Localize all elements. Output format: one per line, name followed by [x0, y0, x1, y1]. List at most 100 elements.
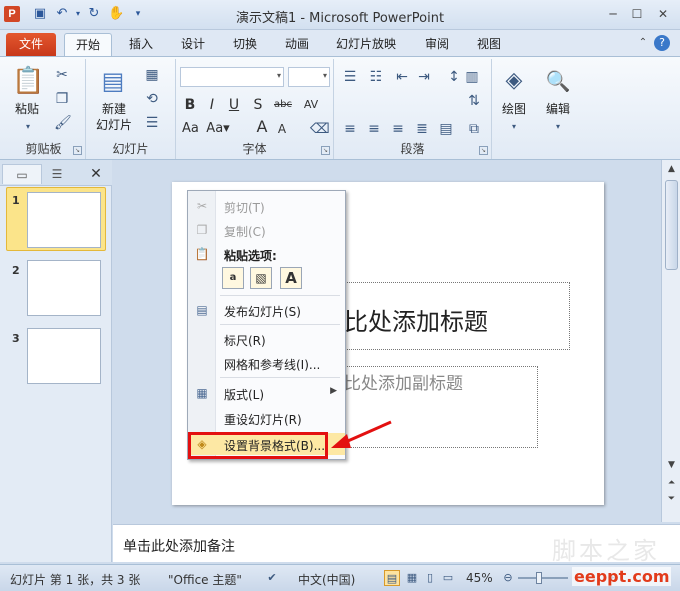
language[interactable]: 中文(中国) [298, 571, 355, 588]
tab-slideshow[interactable]: 幻灯片放映 [330, 33, 402, 56]
new-slide-label-1[interactable]: 新建 [90, 101, 138, 117]
previous-slide-icon[interactable]: ⏶ [664, 476, 679, 491]
paste-button[interactable]: 粘贴 [10, 101, 44, 117]
tab-design[interactable]: 设计 [170, 33, 216, 56]
justify-icon[interactable]: ≣ [414, 121, 430, 137]
shrink-font-button[interactable]: A [274, 121, 290, 137]
shapes-icon[interactable]: ◈ [500, 67, 528, 95]
paste-dropdown-icon[interactable]: ▾ [20, 119, 36, 135]
new-slide-icon[interactable]: ▤ [96, 65, 130, 97]
close-button[interactable]: ✕ [654, 6, 672, 22]
strikethrough-button[interactable]: abc [272, 97, 294, 113]
paste-option-text-only[interactable]: A [280, 267, 302, 289]
zoom-level[interactable]: 45% [466, 571, 493, 585]
zoom-out-icon[interactable]: ⊖ [500, 570, 516, 586]
menu-item-ruler[interactable]: 标尺(R) [188, 328, 345, 350]
normal-view-icon[interactable]: ▤ [384, 570, 400, 586]
slideshow-icon[interactable]: ▭ [440, 570, 456, 586]
paragraph-launcher-icon[interactable]: ↘ [479, 146, 488, 155]
close-pane-icon[interactable]: ✕ [86, 164, 106, 184]
menu-item-reset-slide[interactable]: 重设幻灯片(R) [188, 407, 345, 429]
collapse-ribbon-icon[interactable]: ⌃ [634, 35, 652, 51]
change-case-button[interactable]: Aa [182, 121, 199, 137]
smartart-icon[interactable]: ⧉ [464, 121, 484, 137]
scrollbar-thumb[interactable] [665, 180, 678, 270]
paste-icon[interactable]: 📋 [12, 65, 44, 97]
menu-item-copy[interactable]: ❐ 复制(C) [188, 219, 345, 241]
slide-thumbnail[interactable] [27, 192, 101, 248]
font-name-dropdown[interactable]: ▾ [180, 67, 284, 87]
align-center-icon[interactable]: ≡ [366, 121, 382, 137]
spell-check-icon[interactable]: ✔ [264, 570, 280, 586]
context-menu: ✂ 剪切(T) ❐ 复制(C) 📋 粘贴选项: a ▧ A ▤ 发布幻灯片(S)… [187, 190, 346, 460]
tab-review[interactable]: 审阅 [414, 33, 460, 56]
find-binoculars-icon[interactable]: 🔍 [544, 67, 572, 95]
font-launcher-icon[interactable]: ↘ [321, 146, 330, 155]
reading-view-icon[interactable]: ▯ [422, 570, 438, 586]
align-right-icon[interactable]: ≡ [390, 121, 406, 137]
increase-indent-icon[interactable]: ⇥ [416, 69, 432, 85]
drawing-group: ◈ 绘图 ▾ [494, 59, 534, 159]
help-icon[interactable]: ? [654, 35, 670, 51]
drawing-dropdown-icon[interactable]: ▾ [506, 119, 522, 135]
decrease-indent-icon[interactable]: ⇤ [394, 69, 410, 85]
clipboard-launcher-icon[interactable]: ↘ [73, 146, 82, 155]
line-spacing-icon[interactable]: ↕ [444, 69, 464, 85]
section-icon[interactable]: ☰ [144, 115, 160, 131]
clear-format-icon[interactable]: ⌫ [310, 121, 330, 137]
text-direction-icon[interactable]: ⇅ [464, 93, 484, 109]
align-left-icon[interactable]: ≡ [342, 121, 358, 137]
notes-pane[interactable]: 单击此处添加备注 脚本之家 [113, 524, 680, 565]
new-slide-label-2[interactable]: 幻灯片 [88, 117, 140, 133]
scroll-down-icon[interactable]: ▼ [664, 458, 679, 473]
drawing-button[interactable]: 绘图 [494, 101, 534, 117]
char-spacing-button[interactable]: AV [300, 97, 322, 113]
numbering-icon[interactable]: ☷ [368, 69, 384, 85]
menu-item-label: 粘贴选项: [224, 249, 277, 263]
minimize-button[interactable]: ─ [604, 6, 622, 22]
copy-icon[interactable]: ❐ [54, 91, 70, 107]
italic-button[interactable]: I [204, 97, 220, 113]
menu-item-layout[interactable]: ▦ 版式(L) ▶ [188, 382, 345, 404]
tab-transitions[interactable]: 切换 [222, 33, 268, 56]
vertical-scrollbar[interactable]: ▲ ▼ ⏶ ⏷ [661, 160, 680, 522]
zoom-slider[interactable] [518, 577, 568, 579]
menu-item-cut[interactable]: ✂ 剪切(T) [188, 195, 345, 217]
font-size-dropdown[interactable]: ▾ [288, 67, 330, 87]
underline-button[interactable]: U [226, 97, 242, 113]
slide-sorter-icon[interactable]: ▦ [404, 570, 420, 586]
paste-option-picture-icon[interactable]: ▧ [250, 267, 272, 289]
slides-tab-icon[interactable]: ▭ [2, 164, 42, 184]
cut-icon[interactable]: ✂ [54, 67, 70, 83]
tab-insert[interactable]: 插入 [118, 33, 164, 56]
tab-view[interactable]: 视图 [466, 33, 512, 56]
slide-thumbnail[interactable] [27, 260, 101, 316]
bullets-icon[interactable]: ☰ [342, 69, 358, 85]
distributed-icon[interactable]: ▤ [438, 121, 454, 137]
editing-dropdown-icon[interactable]: ▾ [550, 119, 566, 135]
editing-button[interactable]: 编辑 [538, 101, 578, 117]
grow-font-button[interactable]: A [254, 119, 270, 135]
paragraph-group-label: 段落 [400, 142, 425, 156]
shadow-button[interactable]: S [250, 97, 266, 113]
slide-number: 2 [12, 264, 20, 277]
font-color-button[interactable]: Aa▾ [204, 121, 232, 137]
paste-option-use-theme[interactable]: a [222, 267, 244, 289]
tab-animations[interactable]: 动画 [274, 33, 320, 56]
tab-file[interactable]: 文件 [6, 33, 56, 56]
tab-home[interactable]: 开始 [64, 33, 112, 56]
scroll-up-icon[interactable]: ▲ [664, 162, 679, 177]
maximize-button[interactable]: ☐ [628, 6, 646, 22]
theme-name[interactable]: "Office 主题" [168, 571, 242, 588]
menu-item-publish-slides[interactable]: ▤ 发布幻灯片(S) [188, 299, 345, 321]
next-slide-icon[interactable]: ⏷ [664, 492, 679, 507]
format-painter-icon[interactable]: 🖌 [54, 115, 72, 131]
slide-thumbnail[interactable] [27, 328, 101, 384]
columns-icon[interactable]: ▥ [462, 69, 482, 85]
bold-button[interactable]: B [182, 97, 198, 113]
zoom-slider-thumb[interactable] [536, 572, 542, 584]
outline-tab-icon[interactable]: ☰ [44, 164, 70, 184]
reset-icon[interactable]: ⟲ [144, 91, 160, 107]
menu-item-grid-guides[interactable]: 网格和参考线(I)... [188, 352, 345, 374]
layout-icon[interactable]: ▦ [144, 67, 160, 83]
